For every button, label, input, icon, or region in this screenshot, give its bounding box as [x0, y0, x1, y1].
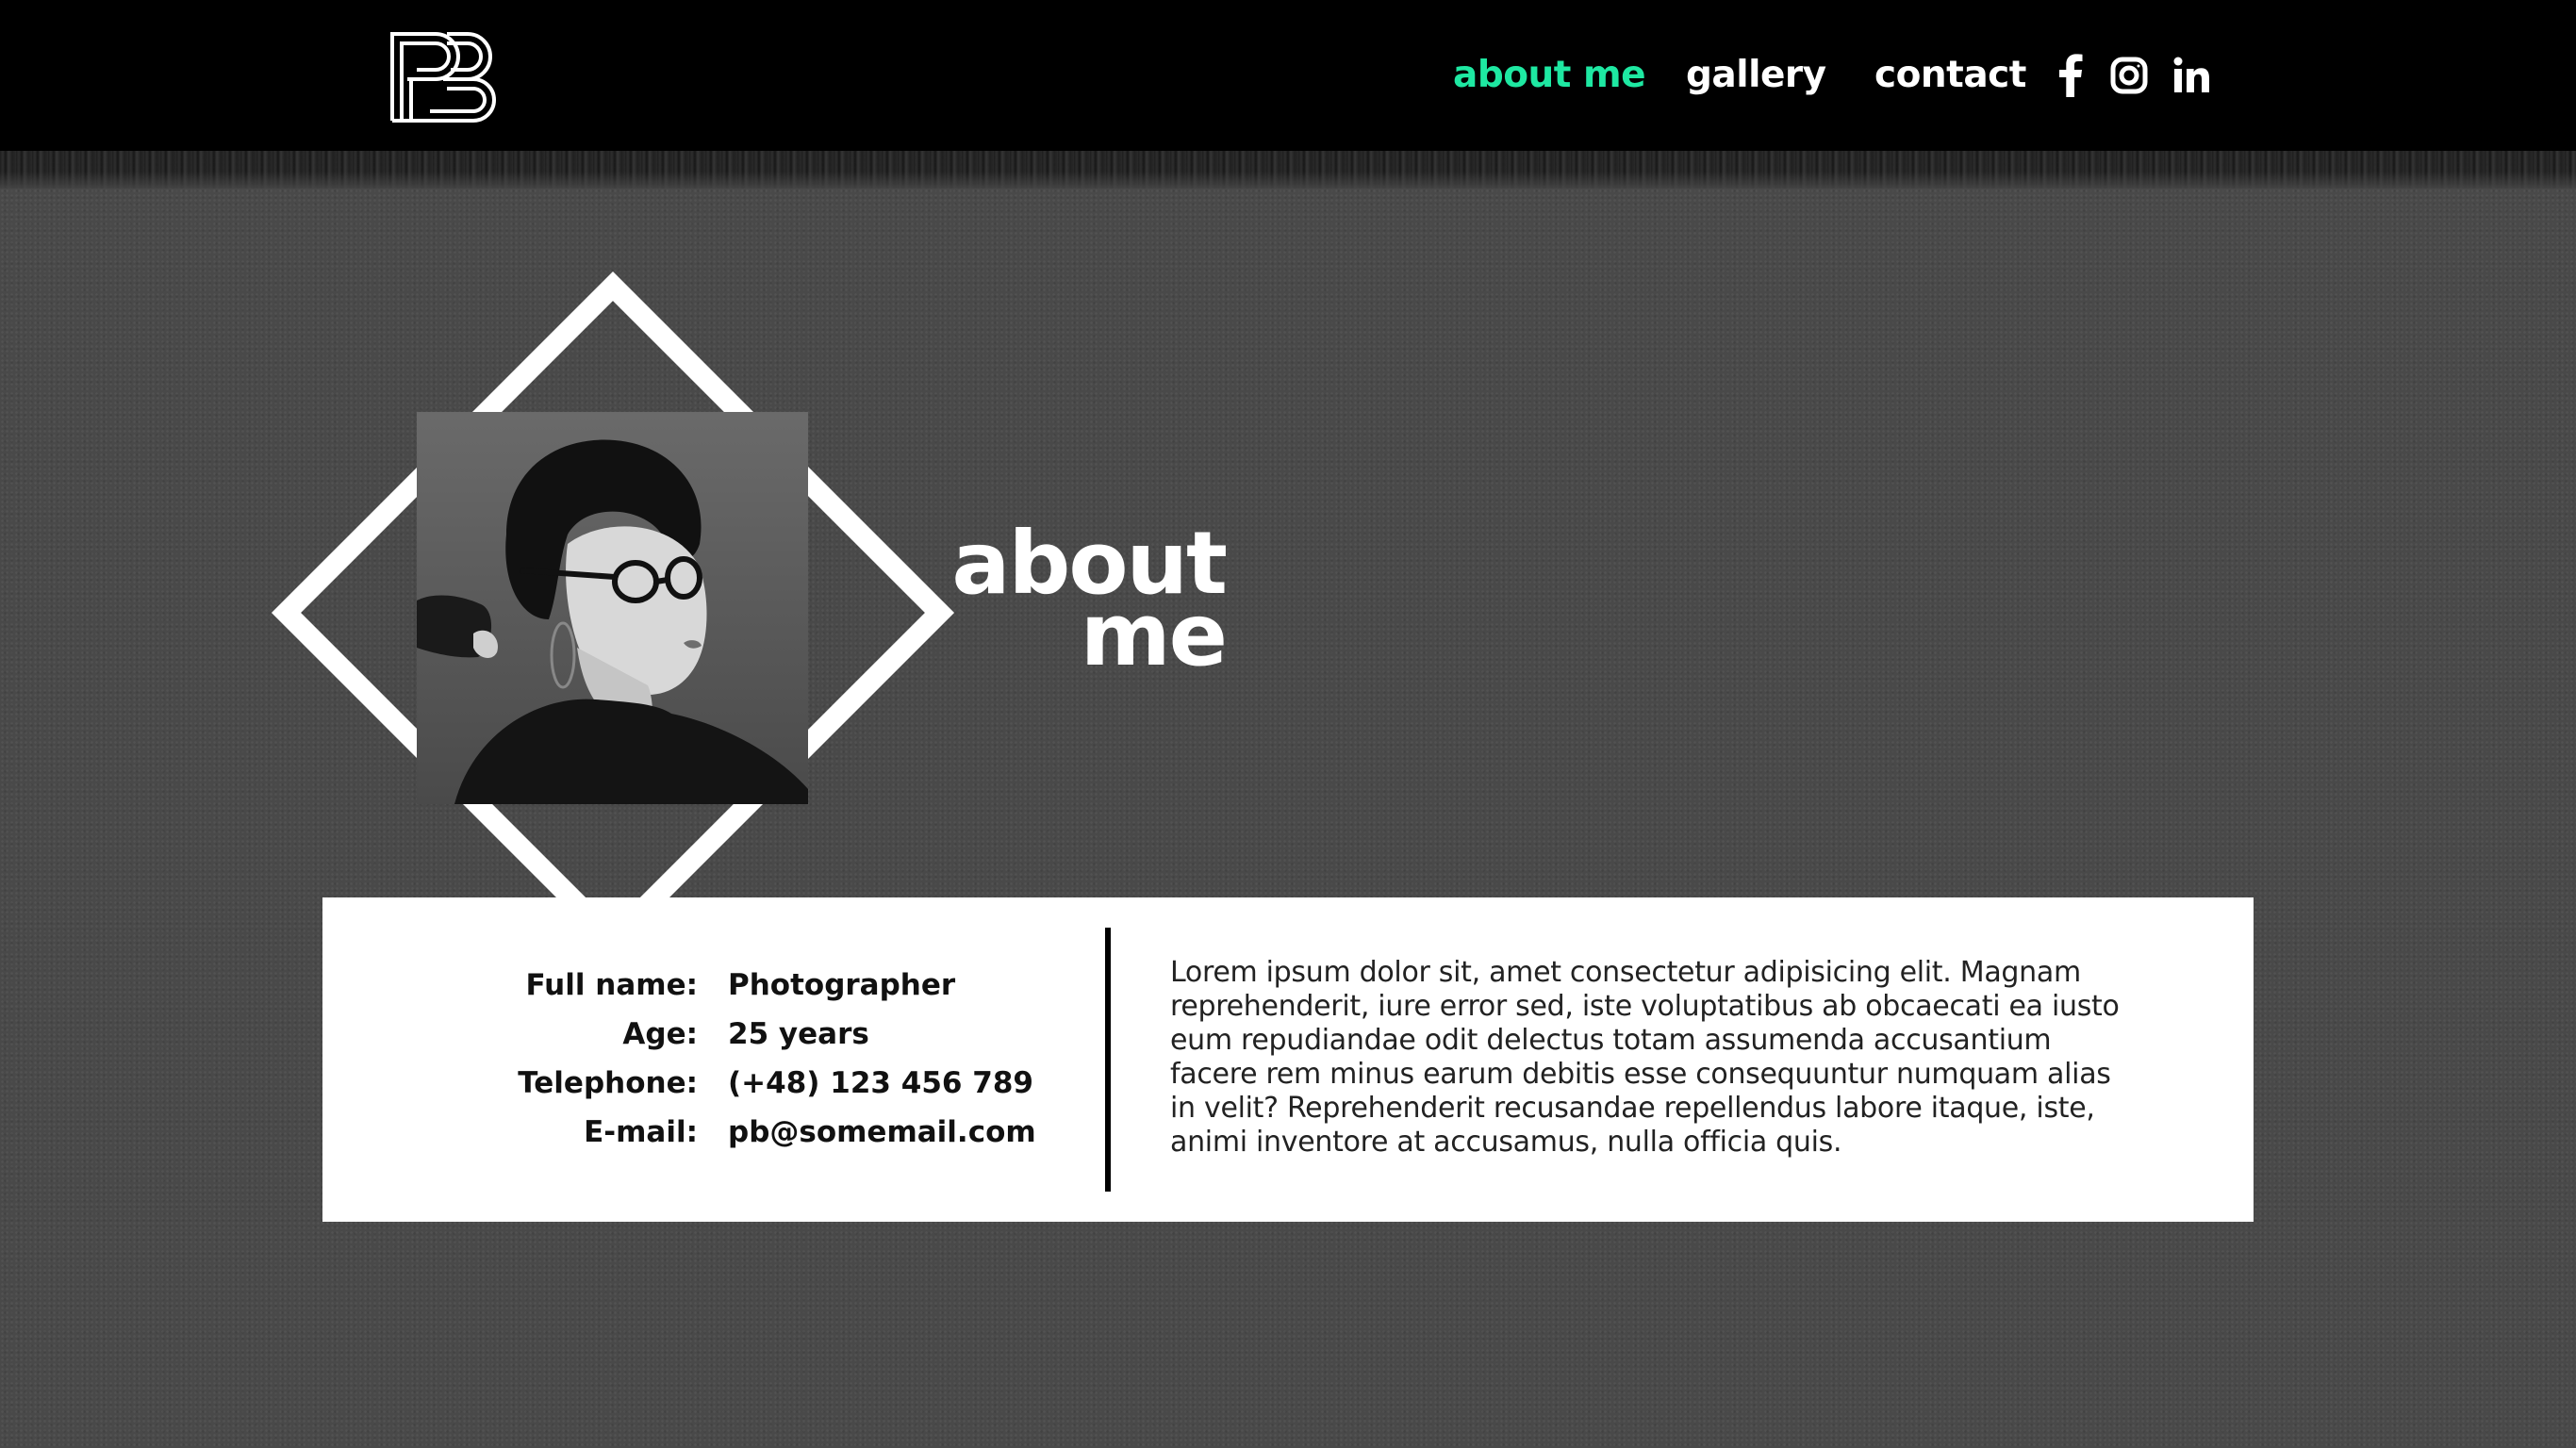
info-divider	[1105, 928, 1111, 1192]
header-texture-strip	[0, 151, 2576, 189]
full-name-label: Full name:	[525, 968, 698, 1002]
age-value: 25 years	[728, 1017, 869, 1051]
profile-photo	[417, 412, 808, 804]
bio-text: Lorem ipsum dolor sit, amet consectetur …	[1170, 956, 2120, 1159]
nav-gallery[interactable]: gallery	[1686, 47, 1826, 104]
page: about me gallery contact about me Full n…	[0, 0, 2576, 1448]
facebook-icon[interactable]	[2048, 49, 2093, 102]
telephone-label: Telephone:	[518, 1066, 698, 1100]
page-title: about me	[924, 520, 1228, 679]
telephone-value: (+48) 123 456 789	[728, 1066, 1033, 1100]
pb-logo[interactable]	[388, 26, 511, 123]
email-value: pb@somemail.com	[728, 1115, 1036, 1149]
full-name-value: Photographer	[728, 968, 956, 1002]
linkedin-icon[interactable]	[2169, 49, 2214, 102]
nav-about-me[interactable]: about me	[1453, 47, 1646, 104]
nav-contact[interactable]: contact	[1874, 47, 2026, 104]
age-label: Age:	[622, 1017, 698, 1051]
email-label: E-mail:	[584, 1115, 698, 1149]
instagram-icon[interactable]	[2106, 49, 2152, 102]
